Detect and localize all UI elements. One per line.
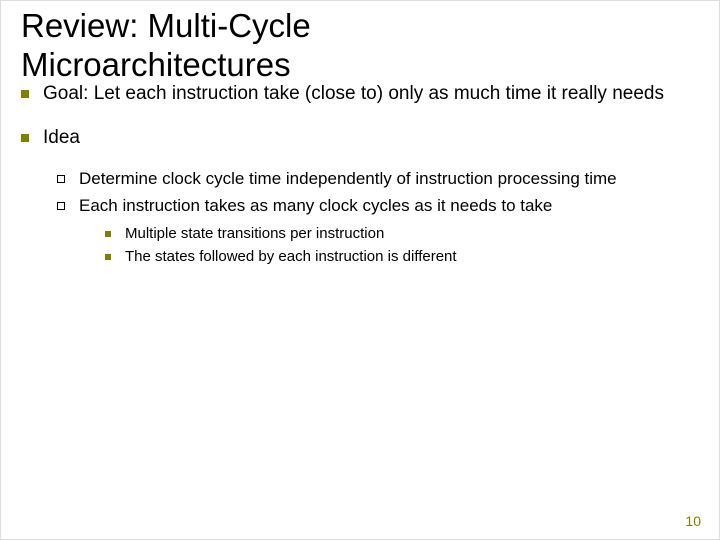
bullet-level2: Each instruction takes as many clock cyc… <box>57 195 701 218</box>
small-square-bullet-icon <box>105 254 111 260</box>
slide: Review: Multi-Cycle Microarchitectures G… <box>1 1 720 540</box>
bullet-level1: Goal: Let each instruction take (close t… <box>21 81 701 107</box>
small-square-bullet-icon <box>105 231 111 237</box>
bullet-level3: Multiple state transitions per instructi… <box>105 224 701 244</box>
square-bullet-icon <box>21 134 29 142</box>
level2-group: Determine clock cycle time independently… <box>21 168 701 267</box>
hollow-square-bullet-icon <box>57 175 65 183</box>
bullet-level3: The states followed by each instruction … <box>105 247 701 267</box>
title-line-1: Review: Multi-Cycle <box>21 7 311 44</box>
bullet-text: Goal: Let each instruction take (close t… <box>43 81 664 107</box>
bullet-text: Determine clock cycle time independently… <box>79 168 617 191</box>
bullet-text: The states followed by each instruction … <box>125 247 457 267</box>
level3-group: Multiple state transitions per instructi… <box>21 224 701 268</box>
bullet-text: Idea <box>43 125 80 151</box>
slide-title: Review: Multi-Cycle Microarchitectures <box>21 7 311 85</box>
bullet-level1: Idea <box>21 125 701 151</box>
bullet-level2: Determine clock cycle time independently… <box>57 168 701 191</box>
slide-body: Goal: Let each instruction take (close t… <box>21 81 701 274</box>
page-number: 10 <box>685 513 701 529</box>
square-bullet-icon <box>21 90 29 98</box>
bullet-text: Each instruction takes as many clock cyc… <box>79 195 552 218</box>
title-line-2: Microarchitectures <box>21 46 291 83</box>
bullet-text: Multiple state transitions per instructi… <box>125 224 384 244</box>
hollow-square-bullet-icon <box>57 202 65 210</box>
